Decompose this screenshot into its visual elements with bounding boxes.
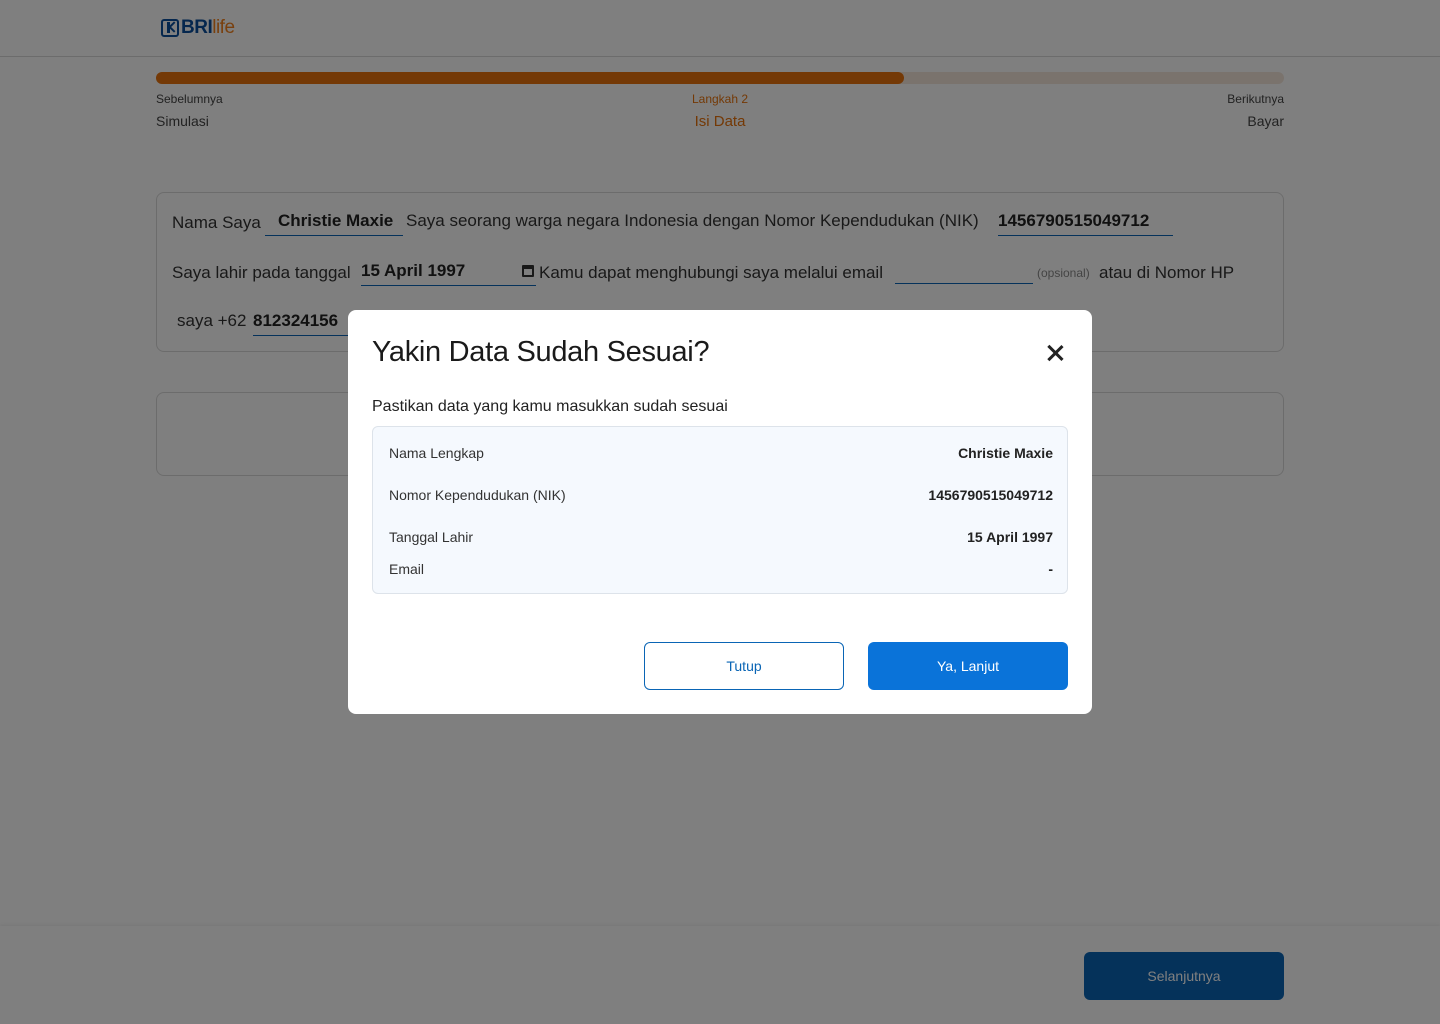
summary-value: 1456790515049712 (928, 487, 1053, 503)
close-button[interactable]: Tutup (644, 642, 844, 690)
close-icon[interactable] (1044, 342, 1066, 364)
summary-label: Nomor Kependudukan (NIK) (389, 487, 566, 503)
summary-row-nik: Nomor Kependudukan (NIK) 145679051504971… (389, 473, 1053, 517)
confirm-data-modal: Yakin Data Sudah Sesuai? Pastikan data y… (348, 310, 1092, 714)
summary-label: Email (389, 561, 425, 577)
confirm-button[interactable]: Ya, Lanjut (868, 642, 1068, 690)
summary-label: Tanggal Lahir (389, 529, 474, 545)
summary-row-email: Email - (389, 557, 1053, 581)
summary-value: - (1048, 561, 1053, 577)
modal-title: Yakin Data Sudah Sesuai? (372, 336, 710, 368)
summary-value: Christie Maxie (958, 445, 1053, 461)
summary-value: 15 April 1997 (967, 529, 1053, 545)
summary-label: Nama Lengkap (389, 445, 484, 461)
summary-row-nama: Nama Lengkap Christie Maxie (389, 441, 1053, 465)
summary-row-lahir: Tanggal Lahir 15 April 1997 (389, 525, 1053, 549)
data-summary-box: Nama Lengkap Christie Maxie Nomor Kepend… (372, 426, 1068, 594)
modal-subtitle: Pastikan data yang kamu masukkan sudah s… (372, 398, 728, 415)
